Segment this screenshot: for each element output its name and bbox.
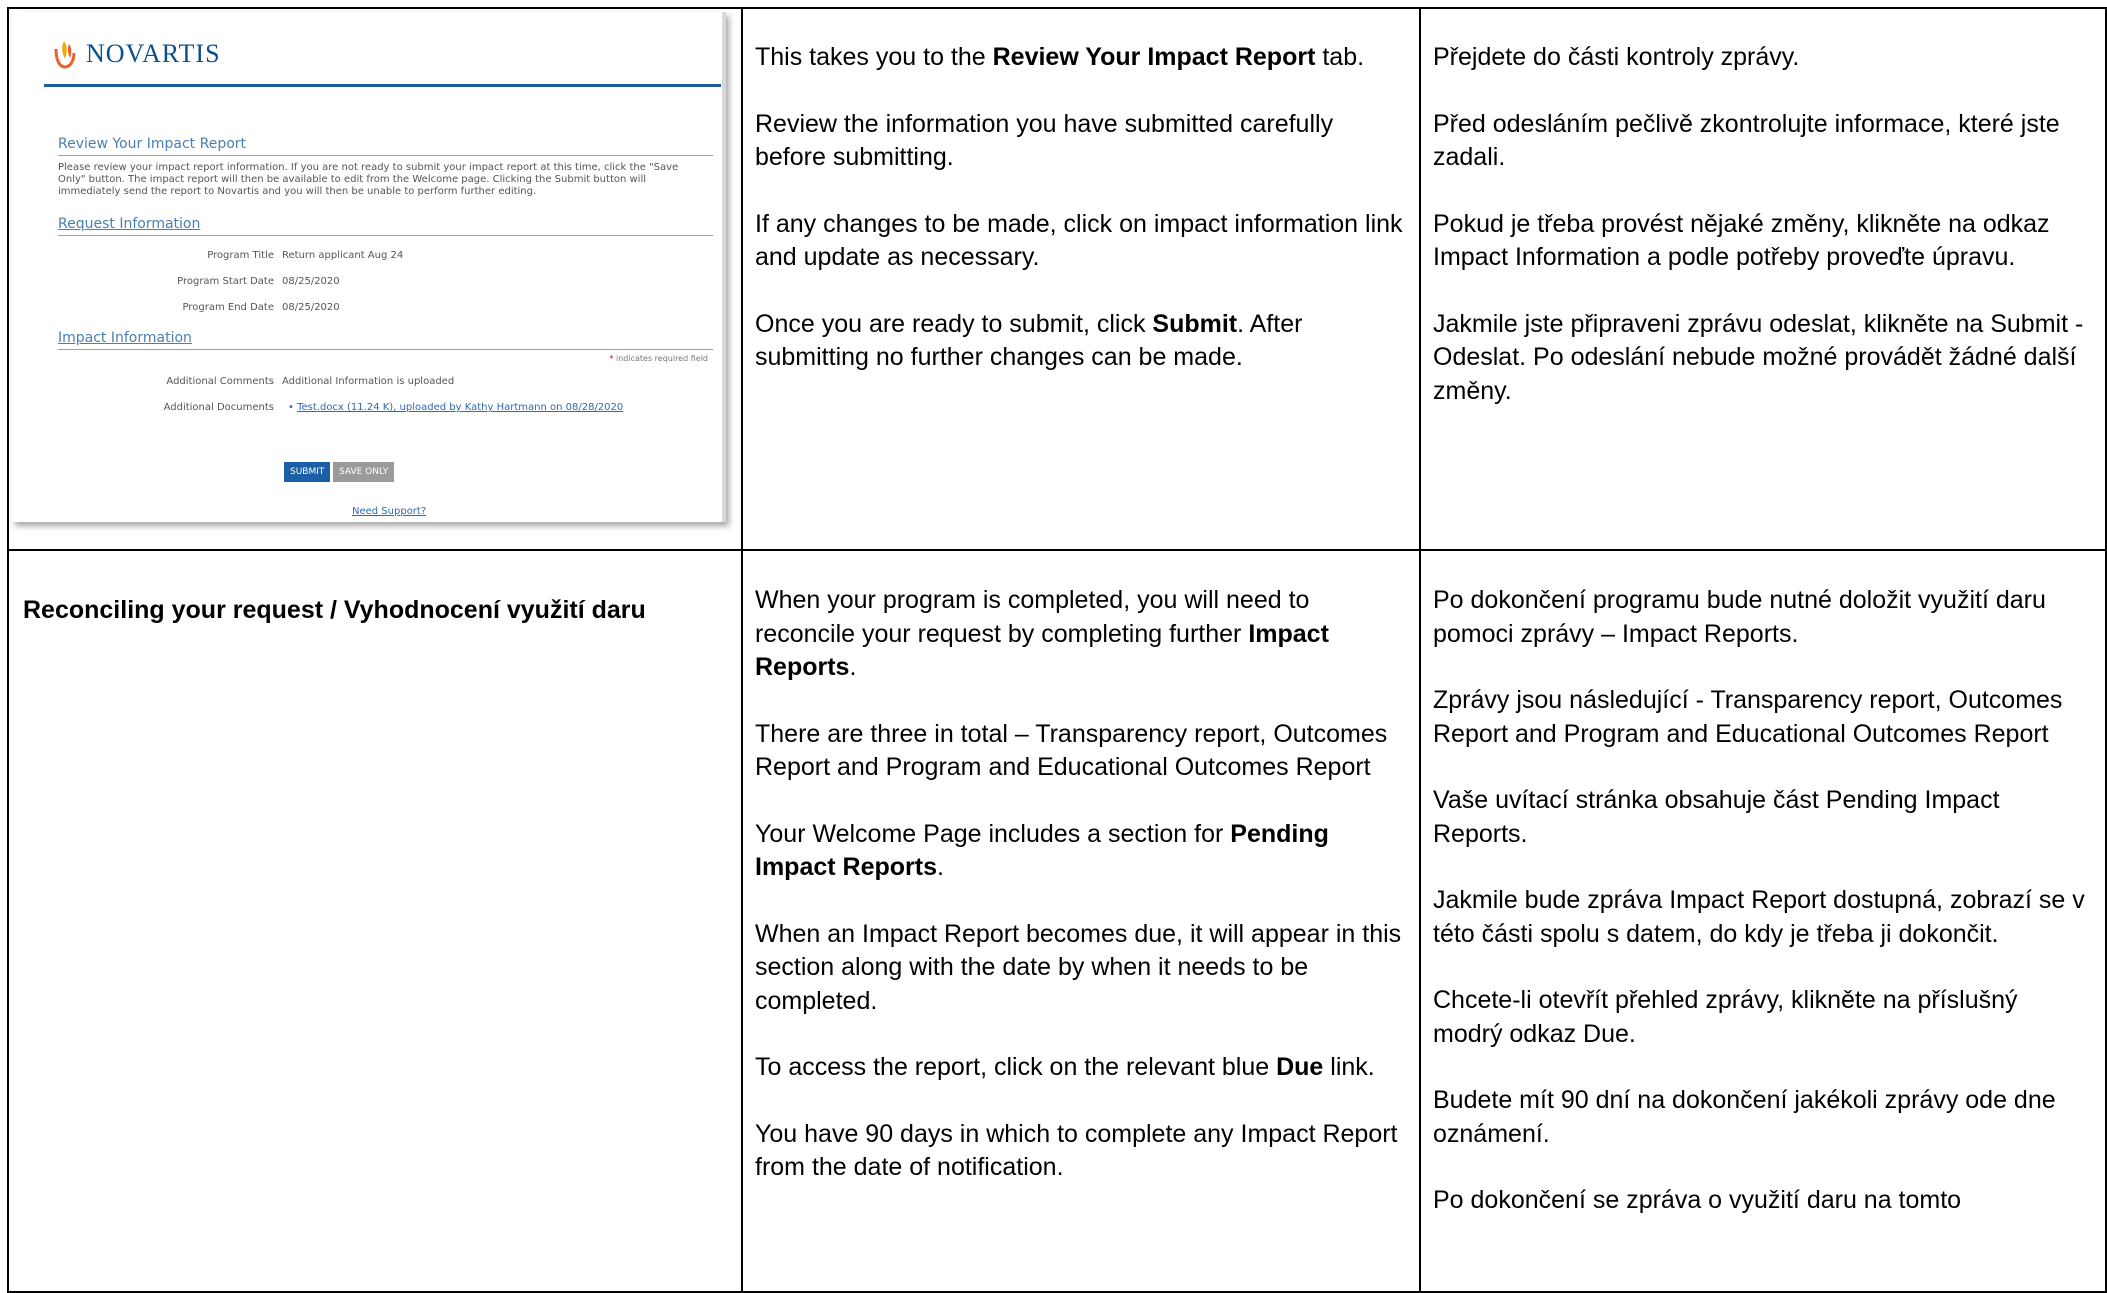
- paragraph: Chcete-li otevřít přehled zprávy, klikně…: [1433, 986, 2018, 1048]
- program-title-value: Return applicant Aug 24: [282, 250, 404, 261]
- bold-text: Submit: [1152, 309, 1238, 338]
- paragraph: Zprávy jsou následující - Transparency r…: [1433, 686, 2063, 748]
- english-instructions-cell: This takes you to the Review Your Impact…: [741, 7, 1421, 551]
- text-run: To access the report, click on the relev…: [755, 1053, 1277, 1081]
- save-only-button[interactable]: SAVE ONLY: [333, 462, 395, 482]
- paragraph: Jakmile jste připraveni zprávu odeslat, …: [1433, 309, 2084, 405]
- screenshot-cell: NOVARTIS Review Your Impact Report Pleas…: [7, 7, 743, 551]
- paragraph: Review the information you have submitte…: [755, 109, 1334, 172]
- required-note-text: indicates required field: [616, 354, 708, 363]
- paragraph: Po dokončení programu bude nutné doložit…: [1433, 586, 2046, 648]
- bullet-icon: •: [288, 402, 294, 413]
- section-divider: [58, 235, 713, 236]
- brand-name: NOVARTIS: [86, 39, 221, 68]
- document-page: NOVARTIS Review Your Impact Report Pleas…: [0, 0, 2107, 1293]
- document-link[interactable]: • Test.docx (11.24 K), uploaded by Kathy…: [288, 402, 623, 413]
- czech-instructions-cell: Přejdete do části kontroly zprávy. Před …: [1419, 7, 2107, 551]
- review-section-title: Review Your Impact Report: [58, 136, 247, 152]
- section-heading-cell: Reconciling your request / Vyhodnocení v…: [7, 549, 743, 1293]
- paragraph: Your Welcome Page includes a section for…: [755, 818, 1407, 885]
- paragraph: Přejdete do části kontroly zprávy.: [1433, 43, 1800, 71]
- program-start-value: 08/25/2020: [282, 276, 340, 287]
- paragraph: Před odesláním pečlivě zkontrolujte info…: [1433, 109, 2060, 172]
- header-rule: [44, 84, 721, 87]
- novartis-flame-icon: [54, 41, 76, 69]
- paragraph: Po dokončení se zpráva o využití daru na…: [1433, 1186, 1962, 1214]
- required-field-note: * indicates required field: [609, 354, 708, 363]
- czech-instructions-cell: Po dokončení programu bude nutné doložit…: [1419, 549, 2107, 1293]
- paragraph: Jakmile bude zpráva Impact Report dostup…: [1433, 886, 2085, 948]
- paragraph: If any changes to be made, click on impa…: [755, 209, 1403, 272]
- table-row: Reconciling your request / Vyhodnocení v…: [7, 549, 2107, 1293]
- novartis-logo: NOVARTIS: [52, 39, 221, 69]
- document-link-text[interactable]: Test.docx (11.24 K), uploaded by Kathy H…: [297, 402, 623, 413]
- additional-documents-label: Additional Documents: [163, 402, 274, 413]
- paragraph: You have 90 days in which to complete an…: [755, 1119, 1398, 1182]
- text-run: This takes you to the: [755, 43, 993, 71]
- section-heading: Reconciling your request / Vyhodnocení v…: [23, 596, 646, 624]
- text-run: .: [936, 853, 944, 881]
- paragraph: When an Impact Report becomes due, it wi…: [755, 919, 1402, 1015]
- additional-comments-label: Additional Comments: [166, 376, 274, 387]
- required-star: *: [609, 354, 614, 363]
- section-divider: [58, 349, 713, 350]
- impact-information-link[interactable]: Impact Information: [58, 330, 192, 346]
- text-run: .: [849, 653, 857, 681]
- program-end-label: Program End Date: [182, 302, 274, 313]
- embedded-screenshot: NOVARTIS Review Your Impact Report Pleas…: [12, 12, 726, 522]
- paragraph: Pokud je třeba provést nějaké změny, kli…: [1433, 209, 2050, 272]
- text-run: When your program is completed, you will…: [755, 586, 1310, 648]
- paragraph: Budete mít 90 dní na dokončení jakékoli …: [1433, 1086, 2056, 1148]
- program-end-value: 08/25/2020: [282, 302, 340, 313]
- paragraph: Once you are ready to submit, click Subm…: [755, 308, 1407, 375]
- program-title-label: Program Title: [207, 250, 274, 261]
- paragraph: This takes you to the Review Your Impact…: [755, 41, 1407, 75]
- text-run: Your Welcome Page includes a section for: [755, 819, 1231, 848]
- table-row: NOVARTIS Review Your Impact Report Pleas…: [7, 7, 2107, 551]
- program-start-label: Program Start Date: [177, 276, 274, 287]
- english-instructions-cell: When your program is completed, you will…: [741, 549, 1421, 1293]
- paragraph: When your program is completed, you will…: [755, 584, 1407, 685]
- bold-text: Review Your Impact Report: [992, 43, 1316, 71]
- additional-comments-value: Additional Information is uploaded: [282, 376, 455, 387]
- text-run: link.: [1323, 1053, 1375, 1081]
- submit-button[interactable]: SUBMIT: [284, 462, 331, 482]
- paragraph: To access the report, click on the relev…: [755, 1051, 1407, 1085]
- instruction-table: NOVARTIS Review Your Impact Report Pleas…: [7, 7, 2107, 1293]
- text-run: Once you are ready to submit, click: [755, 309, 1153, 338]
- paragraph: Vaše uvítací stránka obsahuje část Pendi…: [1433, 786, 2000, 848]
- review-intro-text: Please review your impact report informa…: [58, 162, 679, 197]
- paragraph: There are three in total – Transparency …: [755, 719, 1388, 782]
- bold-text: Due: [1276, 1053, 1324, 1081]
- section-divider: [58, 155, 713, 156]
- text-run: tab.: [1315, 43, 1365, 71]
- need-support-link[interactable]: Need Support?: [352, 506, 426, 517]
- request-information-link[interactable]: Request Information: [58, 216, 200, 232]
